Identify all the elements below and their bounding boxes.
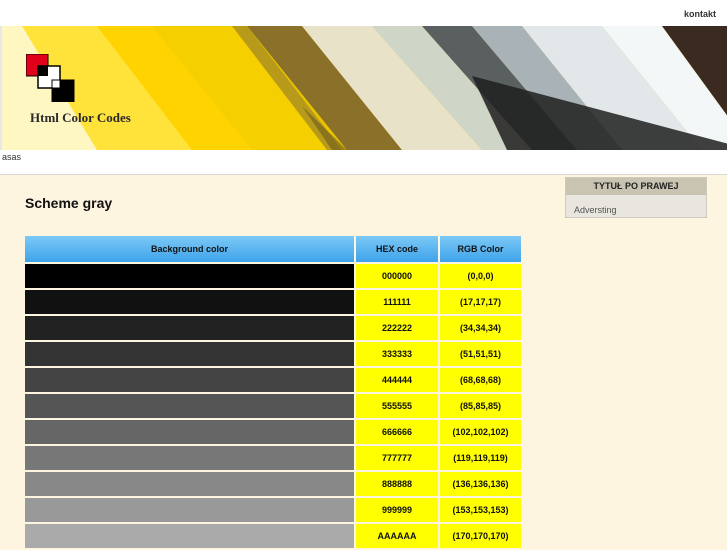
rgb-color-cell: (119,119,119)	[440, 446, 521, 470]
table-row: AAAAAA (170,170,170)	[25, 524, 521, 548]
rgb-color-cell: (0,0,0)	[440, 264, 521, 288]
table-row: 555555 (85,85,85)	[25, 394, 521, 418]
logo-icon	[26, 54, 78, 102]
color-swatch	[25, 368, 354, 392]
hex-code-cell: 000000	[356, 264, 438, 288]
hex-code-cell: 222222	[356, 316, 438, 340]
sidebar-body: Adversting	[566, 195, 706, 217]
hex-code-cell: 888888	[356, 472, 438, 496]
sidebar-title: TYTUŁ PO PRAWEJ	[566, 178, 706, 195]
table-row: 222222 (34,34,34)	[25, 316, 521, 340]
sub-bar: asas	[0, 150, 727, 175]
color-swatch	[25, 498, 354, 522]
header-rgb-color: RGB Color	[440, 236, 521, 262]
color-swatch	[25, 342, 354, 366]
page-title: Scheme gray	[25, 195, 113, 211]
hex-code-cell: 999999	[356, 498, 438, 522]
top-bar: kontakt	[0, 0, 727, 27]
rgb-color-cell: (68,68,68)	[440, 368, 521, 392]
hex-code-cell: 777777	[356, 446, 438, 470]
table-row: 666666 (102,102,102)	[25, 420, 521, 444]
header-background-color: Background color	[25, 236, 354, 262]
table-row: 111111 (17,17,17)	[25, 290, 521, 314]
color-swatch	[25, 446, 354, 470]
header-hex-code: HEX code	[356, 236, 438, 262]
table-row: 777777 (119,119,119)	[25, 446, 521, 470]
hex-code-cell: 555555	[356, 394, 438, 418]
hex-code-cell: 333333	[356, 342, 438, 366]
table-row: 333333 (51,51,51)	[25, 342, 521, 366]
rgb-color-cell: (85,85,85)	[440, 394, 521, 418]
header-banner: Html Color Codes	[0, 26, 727, 150]
hex-code-cell: 666666	[356, 420, 438, 444]
color-swatch	[25, 524, 354, 548]
rgb-color-cell: (34,34,34)	[440, 316, 521, 340]
hex-code-cell: 111111	[356, 290, 438, 314]
site-title: Html Color Codes	[30, 110, 131, 125]
table-header-row: Background color HEX code RGB Color	[25, 236, 521, 262]
rgb-color-cell: (102,102,102)	[440, 420, 521, 444]
rgb-color-cell: (170,170,170)	[440, 524, 521, 548]
table-row: 888888 (136,136,136)	[25, 472, 521, 496]
rgb-color-cell: (136,136,136)	[440, 472, 521, 496]
table-row: 999999 (153,153,153)	[25, 498, 521, 522]
rgb-color-cell: (153,153,153)	[440, 498, 521, 522]
color-swatch	[25, 316, 354, 340]
sidebar-link-adversting[interactable]: Adversting	[574, 205, 617, 215]
table-row: 444444 (68,68,68)	[25, 368, 521, 392]
color-swatch	[25, 420, 354, 444]
kontakt-link[interactable]: kontakt	[684, 9, 716, 19]
color-table: Background color HEX code RGB Color 0000…	[23, 234, 523, 550]
color-swatch	[25, 290, 354, 314]
color-swatch	[25, 394, 354, 418]
table-row: 000000 (0,0,0)	[25, 264, 521, 288]
sidebar-box: TYTUŁ PO PRAWEJ Adversting	[565, 177, 707, 218]
color-swatch	[25, 472, 354, 496]
color-swatch	[25, 264, 354, 288]
subbar-text: asas	[2, 152, 22, 162]
hex-code-cell: 444444	[356, 368, 438, 392]
banner-image	[2, 26, 727, 150]
rgb-color-cell: (17,17,17)	[440, 290, 521, 314]
rgb-color-cell: (51,51,51)	[440, 342, 521, 366]
hex-code-cell: AAAAAA	[356, 524, 438, 548]
